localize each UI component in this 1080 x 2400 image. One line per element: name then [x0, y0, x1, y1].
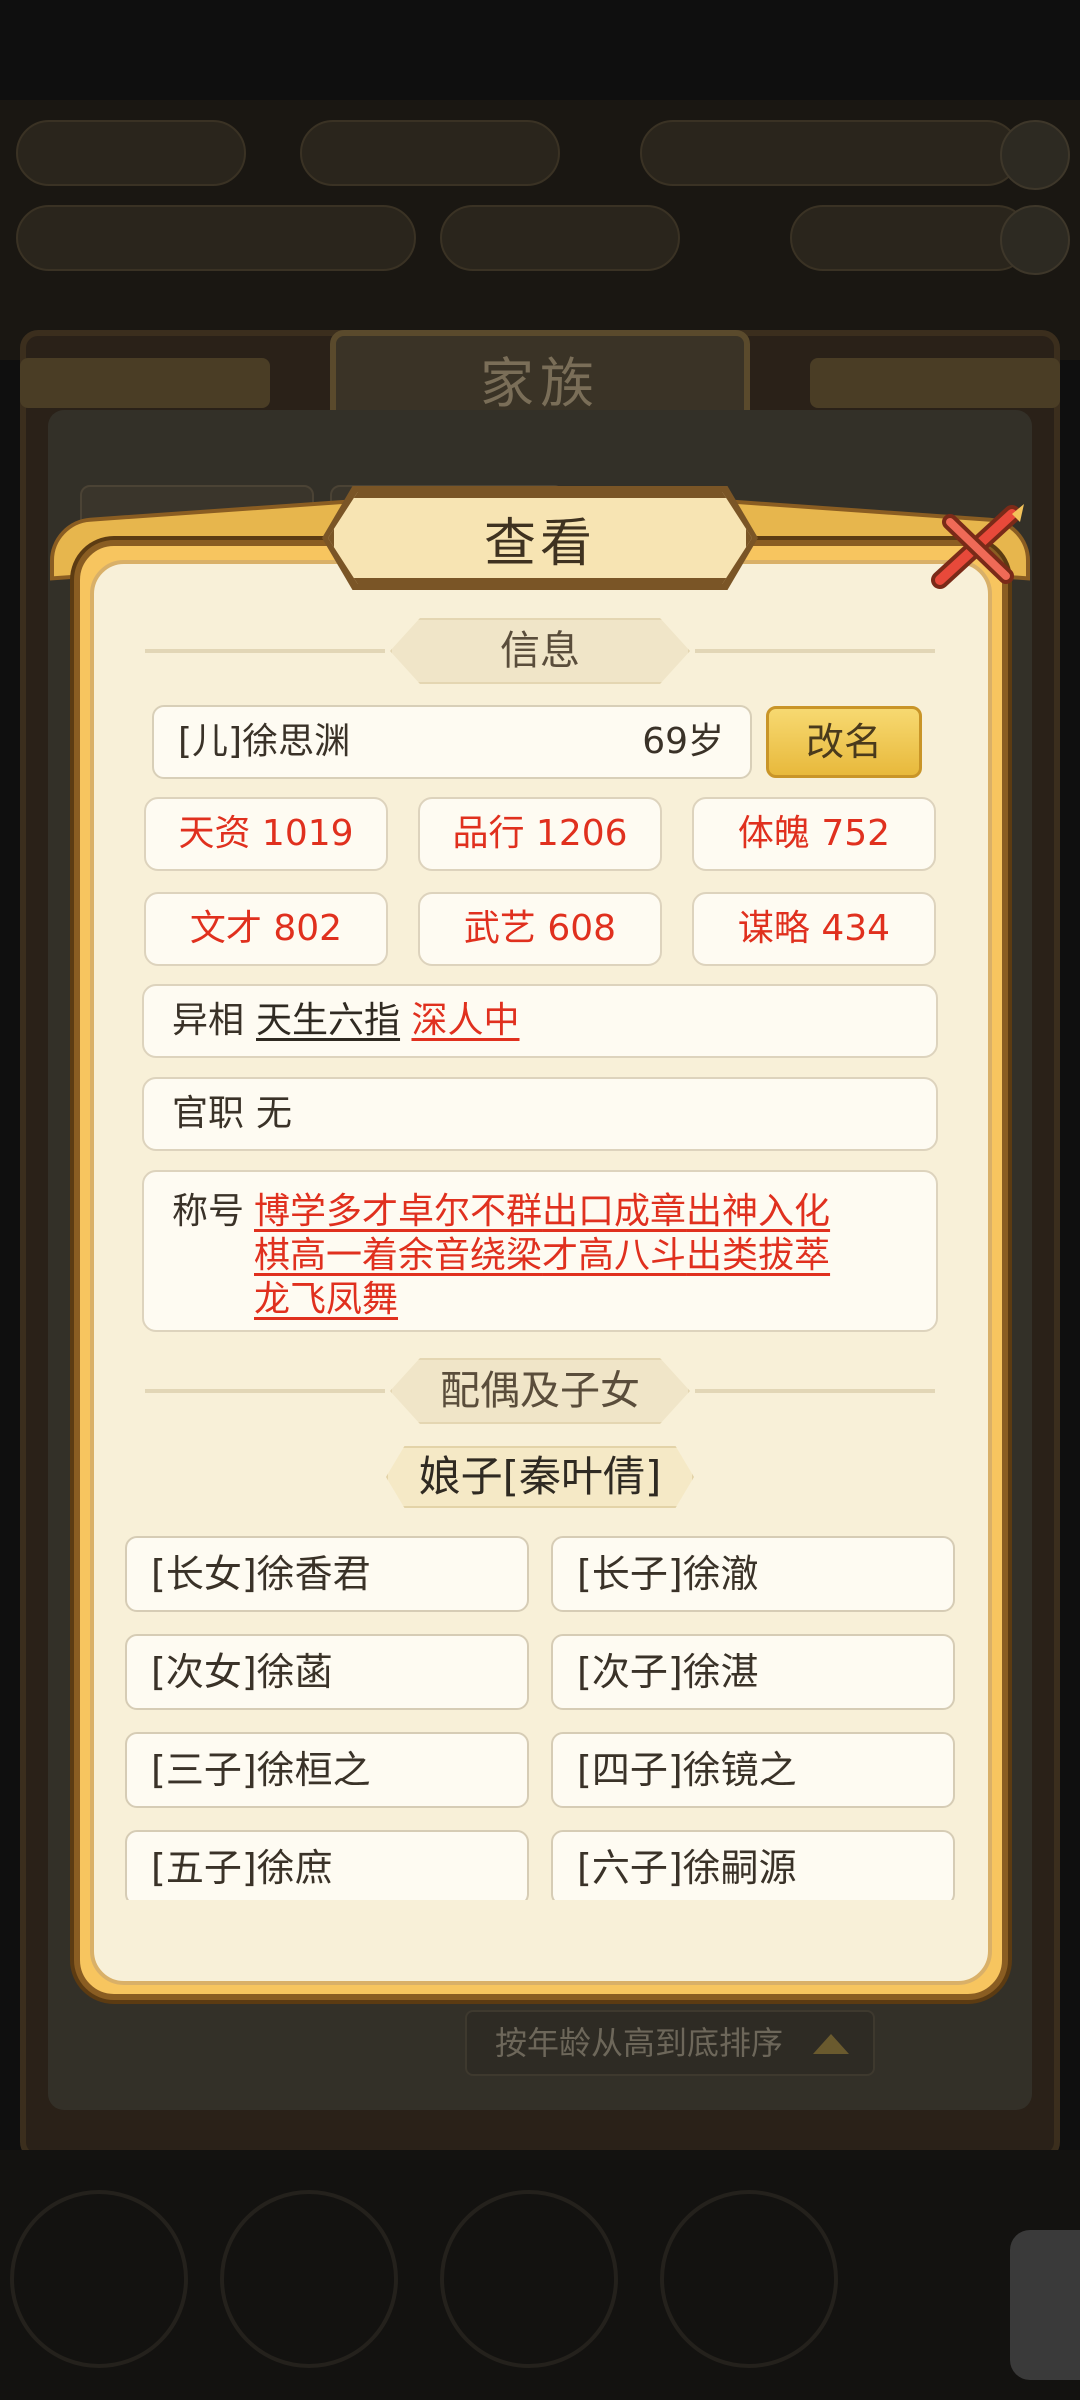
child-button[interactable]: [三子]徐桓之	[125, 1732, 529, 1808]
child-button[interactable]: [四子]徐镜之	[551, 1732, 955, 1808]
child-button[interactable]: [长子]徐澈	[551, 1536, 955, 1612]
sort-button: 按年龄从高到底排序	[465, 2010, 875, 2076]
child-button[interactable]: [五子]徐庶	[125, 1830, 529, 1900]
sort-arrow-icon	[813, 2034, 849, 2054]
children-list: [长女]徐香君 [长子]徐澈 [次女]徐菡 [次子]徐湛 [三子]徐桓之 [四子…	[0, 0, 1080, 1900]
sort-label: 按年龄从高到底排序	[495, 2024, 784, 2062]
child-button[interactable]: [长女]徐香君	[125, 1536, 529, 1612]
nav-circle-icon	[440, 2190, 618, 2368]
child-button[interactable]: [六子]徐嗣源	[551, 1830, 955, 1900]
child-button[interactable]: [次女]徐菡	[125, 1634, 529, 1710]
nav-circle-icon	[660, 2190, 838, 2368]
nav-circle-icon	[10, 2190, 188, 2368]
nav-circle-icon	[220, 2190, 398, 2368]
floating-assistant-icon	[1010, 2230, 1080, 2380]
child-button[interactable]: [次子]徐湛	[551, 1634, 955, 1710]
